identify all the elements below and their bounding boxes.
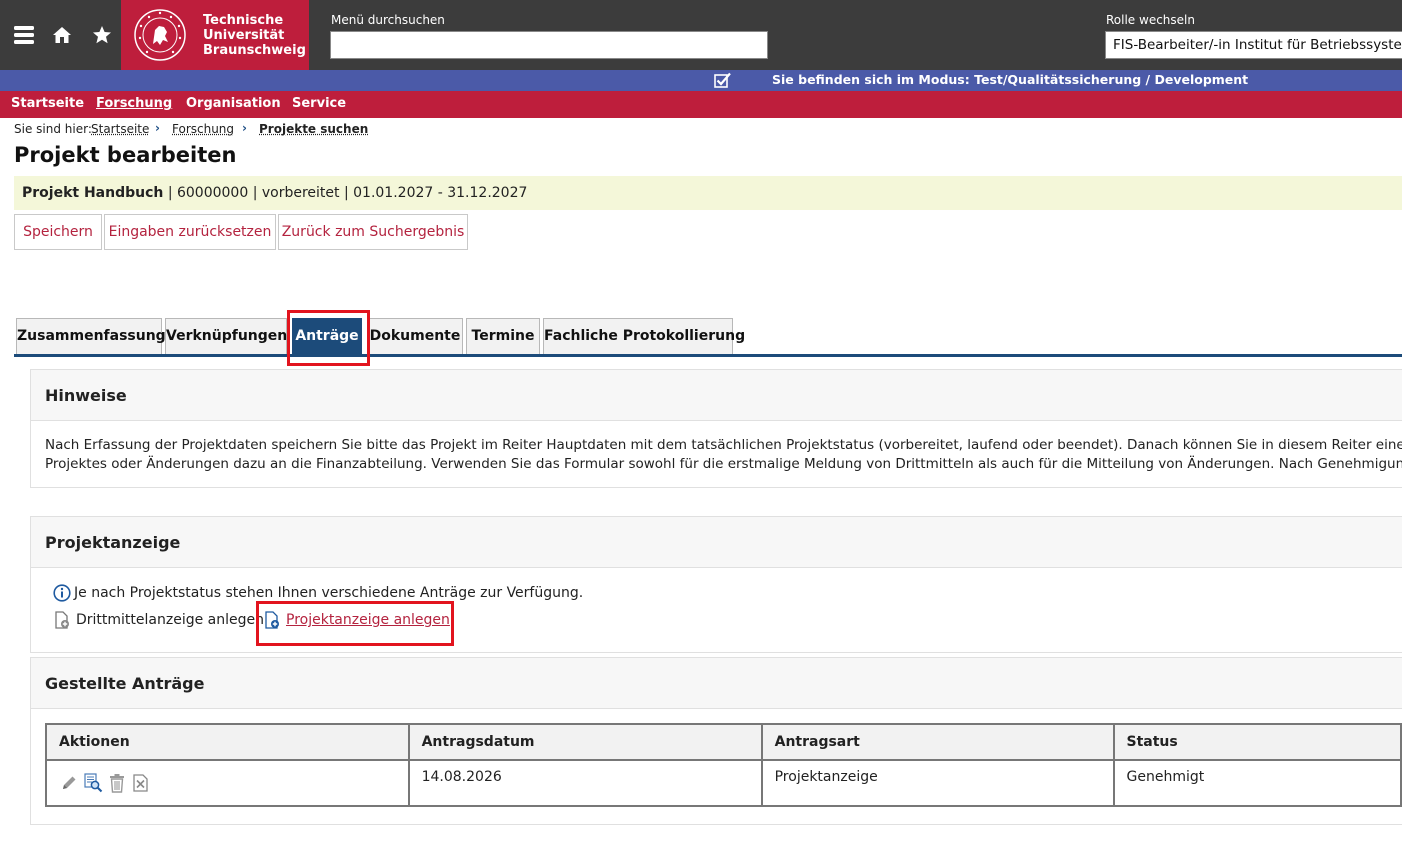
nav-startseite[interactable]: Startseite — [11, 96, 84, 111]
save-button[interactable]: Speichern — [14, 214, 102, 250]
row-antragsdatum: 14.08.2026 — [409, 760, 762, 806]
projektanzeige-title: Projektanzeige — [31, 517, 1402, 568]
tab-fachliche-protokollierung[interactable]: Fachliche Protokollierung — [543, 318, 733, 354]
hinweise-panel: Hinweise Nach Erfassung der Projektdaten… — [30, 369, 1402, 488]
projektanzeige-create-link[interactable]: Projektanzeige anlegen — [263, 611, 450, 629]
projektanzeige-create-label[interactable]: Projektanzeige anlegen — [286, 612, 450, 628]
reset-button[interactable]: Eingaben zurücksetzen — [104, 214, 276, 250]
hinweise-text-line1: Nach Erfassung der Projektdaten speicher… — [45, 437, 1402, 453]
column-header-aktionen: Aktionen — [46, 724, 409, 760]
project-name: Projekt Handbuch — [22, 185, 163, 201]
checkbox-checked-icon — [714, 72, 732, 92]
tab-underline — [14, 354, 1402, 357]
role-label: Rolle wechseln — [1106, 13, 1195, 27]
projektanzeige-info: Je nach Projektstatus stehen Ihnen versc… — [53, 584, 583, 602]
nav-forschung[interactable]: Forschung — [96, 96, 172, 111]
info-icon — [53, 584, 71, 602]
page-title: Projekt bearbeiten — [14, 143, 236, 167]
tab-zusammenfassung[interactable]: Zusammenfassung — [16, 318, 162, 354]
home-icon[interactable] — [47, 18, 77, 52]
info-text: Je nach Projektstatus stehen Ihnen versc… — [74, 585, 583, 601]
role-select[interactable]: FIS-Bearbeiter/-in Institut für Betriebs… — [1105, 31, 1402, 59]
star-icon[interactable] — [87, 18, 117, 52]
nav-service[interactable]: Service — [292, 96, 346, 111]
breadcrumb-current: Projekte suchen — [259, 122, 368, 136]
row-actions-cell — [46, 760, 409, 806]
tab-dokumente[interactable]: Dokumente — [367, 318, 463, 354]
logo-text: Technische Universität Braunschweig — [203, 13, 306, 58]
hinweise-text-line2: Projektes oder Änderungen dazu an die Fi… — [45, 456, 1402, 472]
column-header-antragsdatum: Antragsdatum — [409, 724, 762, 760]
mode-text: Sie befinden sich im Modus: Test/Qualitä… — [772, 72, 1248, 87]
top-bar: Technische Universität Braunschweig Menü… — [0, 0, 1402, 70]
tab-verknuepfungen[interactable]: Verknüpfungen — [165, 318, 287, 354]
tu-braunschweig-logo[interactable]: Technische Universität Braunschweig — [121, 0, 309, 70]
hinweise-title: Hinweise — [31, 370, 1402, 421]
document-add-icon — [53, 611, 71, 629]
university-seal-icon — [133, 8, 187, 62]
search-label: Menü durchsuchen — [331, 13, 445, 27]
gestellte-antraege-title: Gestellte Anträge — [31, 658, 1402, 709]
back-to-results-button[interactable]: Zurück zum Suchergebnis — [278, 214, 468, 250]
project-info-bar: Projekt Handbuch | 60000000 | vorbereite… — [14, 176, 1402, 210]
row-antragsart: Projektanzeige — [762, 760, 1114, 806]
project-meta: | 60000000 | vorbereitet | 01.01.2027 - … — [163, 185, 527, 201]
drittmittel-item: Drittmittelanzeige anlegen — [53, 611, 264, 629]
main-nav: Startseite Forschung Organisation Servic… — [0, 91, 1402, 118]
table-header-row: Aktionen Antragsdatum Antragsart Status — [46, 724, 1401, 760]
cancel-icon[interactable] — [131, 772, 151, 794]
breadcrumb-forschung[interactable]: Forschung — [172, 122, 234, 136]
delete-icon[interactable] — [107, 772, 127, 794]
breadcrumb-prefix: Sie sind hier: — [14, 122, 92, 136]
table-row: 14.08.2026 Projektanzeige Genehmigt — [46, 760, 1401, 806]
column-header-status: Status — [1114, 724, 1401, 760]
row-status: Genehmigt — [1114, 760, 1401, 806]
document-add-icon — [263, 611, 281, 629]
drittmittel-label: Drittmittelanzeige anlegen — [76, 612, 264, 628]
antraege-table: Aktionen Antragsdatum Antragsart Status — [45, 723, 1402, 807]
tab-termine[interactable]: Termine — [466, 318, 540, 354]
breadcrumb-startseite[interactable]: Startseite — [91, 122, 149, 136]
tab-antraege[interactable]: Anträge — [292, 318, 362, 354]
column-header-antragsart: Antragsart — [762, 724, 1114, 760]
mode-bar: Sie befinden sich im Modus: Test/Qualitä… — [0, 70, 1402, 91]
chevron-right-icon: › — [242, 121, 247, 135]
hamburger-icon[interactable] — [9, 18, 39, 52]
menu-search-input[interactable] — [330, 31, 768, 59]
edit-icon[interactable] — [59, 772, 79, 794]
chevron-right-icon: › — [155, 121, 160, 135]
nav-organisation[interactable]: Organisation — [186, 96, 281, 111]
view-icon[interactable] — [83, 772, 103, 794]
